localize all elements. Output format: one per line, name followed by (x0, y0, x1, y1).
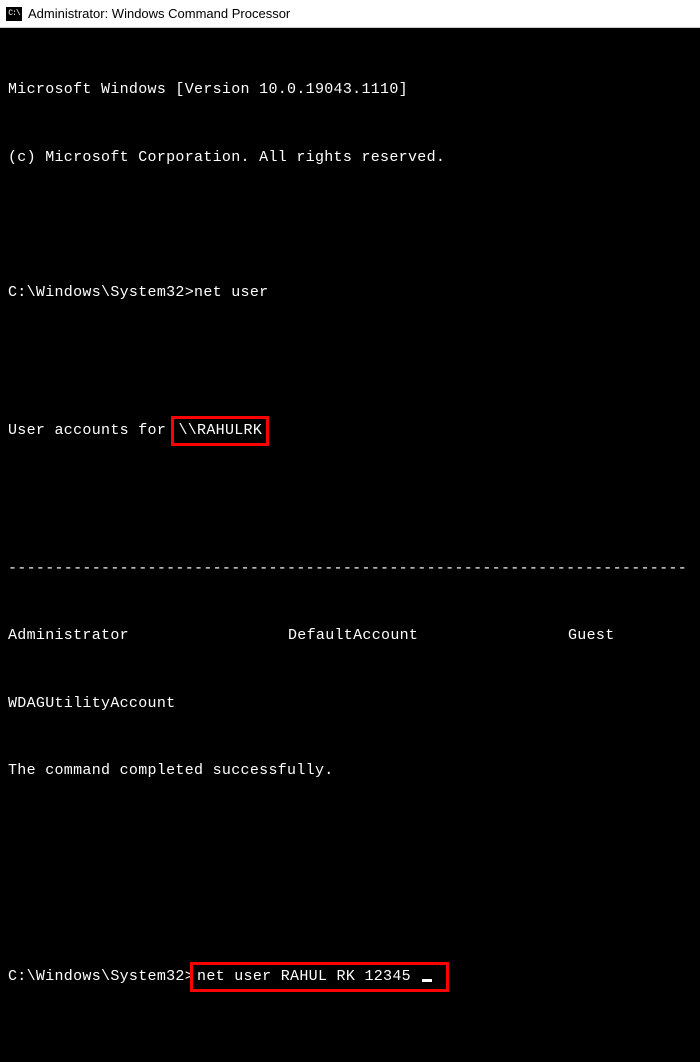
spacer (8, 1036, 692, 1059)
command-highlight: net user RAHUL RK 12345 (190, 962, 449, 993)
accounts-label: User accounts for (8, 422, 175, 439)
banner-line: (c) Microsoft Corporation. All rights re… (8, 147, 692, 170)
prompt-path: C:\Windows\System32> (8, 968, 194, 985)
cursor-icon (422, 979, 432, 982)
prompt-path: C:\Windows\System32> (8, 284, 194, 301)
divider-line: ----------------------------------------… (8, 558, 692, 581)
account-name: DefaultAccount (288, 625, 568, 648)
accounts-row: WDAGUtilityAccount (8, 693, 692, 716)
blank-line (8, 214, 692, 237)
accounts-header: User accounts for \\RAHULRK (8, 417, 692, 446)
blank-line (8, 895, 692, 918)
command-text: net user (194, 284, 268, 301)
account-name: Guest (568, 625, 692, 648)
prompt-line: C:\Windows\System32>net user (8, 282, 692, 305)
window-titlebar[interactable]: C:\ Administrator: Windows Command Proce… (0, 0, 700, 28)
blank-line (8, 490, 692, 513)
terminal-output[interactable]: Microsoft Windows [Version 10.0.19043.11… (0, 28, 700, 1062)
prompt-line: C:\Windows\System32>net user RAHUL RK 12… (8, 963, 692, 992)
blank-line (8, 828, 692, 851)
blank-line (8, 349, 692, 372)
success-line: The command completed successfully. (8, 760, 692, 783)
command-text: net user RAHUL RK 12345 (197, 968, 420, 985)
window-title: Administrator: Windows Command Processor (28, 6, 290, 21)
accounts-row: AdministratorDefaultAccountGuest (8, 625, 692, 648)
account-name: Administrator (8, 625, 288, 648)
hostname-highlight: \\RAHULRK (171, 416, 269, 447)
banner-line: Microsoft Windows [Version 10.0.19043.11… (8, 79, 692, 102)
cmd-icon: C:\ (6, 7, 22, 21)
